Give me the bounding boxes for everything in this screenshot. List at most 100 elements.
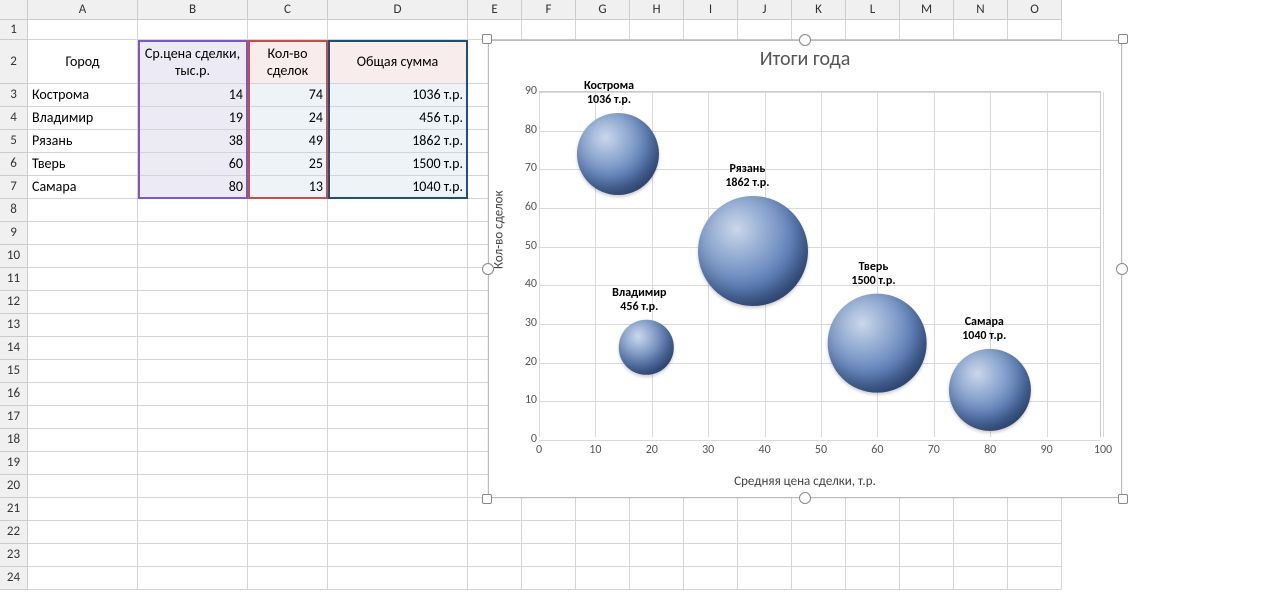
cell-C9[interactable] (248, 222, 328, 245)
row-header-20[interactable]: 20 (0, 475, 28, 498)
row-header-7[interactable]: 7 (0, 176, 28, 199)
cell-G22[interactable] (576, 521, 630, 544)
cell-I24[interactable] (684, 567, 738, 590)
cell-B13[interactable] (138, 314, 248, 337)
col-header-M[interactable]: M (900, 0, 954, 20)
cell-M1[interactable] (900, 20, 954, 40)
cell-A9[interactable] (28, 222, 138, 245)
cell-H21[interactable] (630, 498, 684, 521)
resize-handle-tr[interactable] (1118, 34, 1128, 44)
cell-E22[interactable] (468, 521, 522, 544)
cell-L21[interactable] (846, 498, 900, 521)
cell-O21[interactable] (1008, 498, 1062, 521)
cell-C13[interactable] (248, 314, 328, 337)
cell-D8[interactable] (328, 199, 468, 222)
col-header-L[interactable]: L (846, 0, 900, 20)
row-header-12[interactable]: 12 (0, 291, 28, 314)
cell-D18[interactable] (328, 429, 468, 452)
cell-B15[interactable] (138, 360, 248, 383)
bubble-Владимир[interactable] (619, 320, 673, 374)
cell-A11[interactable] (28, 268, 138, 291)
cell-N1[interactable] (954, 20, 1008, 40)
cell-F21[interactable] (522, 498, 576, 521)
cell-D24[interactable] (328, 567, 468, 590)
row-header-11[interactable]: 11 (0, 268, 28, 291)
col-header-F[interactable]: F (522, 0, 576, 20)
row-header-18[interactable]: 18 (0, 429, 28, 452)
cell-B2[interactable]: Ср.цена сделки, тыс.р. (138, 40, 248, 84)
row-header-23[interactable]: 23 (0, 544, 28, 567)
col-header-B[interactable]: B (138, 0, 248, 20)
bubble-Рязань[interactable] (698, 196, 808, 306)
cell-M24[interactable] (900, 567, 954, 590)
cell-F22[interactable] (522, 521, 576, 544)
row-header-1[interactable]: 1 (0, 20, 28, 40)
col-header-E[interactable]: E (468, 0, 522, 20)
cell-K24[interactable] (792, 567, 846, 590)
row-header-14[interactable]: 14 (0, 337, 28, 360)
cell-D11[interactable] (328, 268, 468, 291)
cell-C22[interactable] (248, 521, 328, 544)
cell-A20[interactable] (28, 475, 138, 498)
cell-C10[interactable] (248, 245, 328, 268)
cell-N23[interactable] (954, 544, 1008, 567)
cell-O22[interactable] (1008, 521, 1062, 544)
cell-H24[interactable] (630, 567, 684, 590)
cell-N21[interactable] (954, 498, 1008, 521)
cell-D1[interactable] (328, 20, 468, 40)
cell-M21[interactable] (900, 498, 954, 521)
cell-L1[interactable] (846, 20, 900, 40)
row-header-24[interactable]: 24 (0, 567, 28, 590)
cell-A2[interactable]: Город (28, 40, 138, 84)
cell-C17[interactable] (248, 406, 328, 429)
select-all-corner[interactable] (0, 0, 28, 20)
cell-L22[interactable] (846, 521, 900, 544)
bubble-Самара[interactable] (949, 349, 1031, 431)
row-header-15[interactable]: 15 (0, 360, 28, 383)
cell-A10[interactable] (28, 245, 138, 268)
row-header-8[interactable]: 8 (0, 199, 28, 222)
cell-F23[interactable] (522, 544, 576, 567)
cell-I23[interactable] (684, 544, 738, 567)
cell-K23[interactable] (792, 544, 846, 567)
cell-G1[interactable] (576, 20, 630, 40)
cell-J1[interactable] (738, 20, 792, 40)
cell-D10[interactable] (328, 245, 468, 268)
cell-A12[interactable] (28, 291, 138, 314)
cell-E21[interactable] (468, 498, 522, 521)
cell-B20[interactable] (138, 475, 248, 498)
resize-handle-tl[interactable] (482, 34, 492, 44)
cell-I21[interactable] (684, 498, 738, 521)
cell-H22[interactable] (630, 521, 684, 544)
cell-D13[interactable] (328, 314, 468, 337)
cell-O24[interactable] (1008, 567, 1062, 590)
cell-C24[interactable] (248, 567, 328, 590)
cell-L24[interactable] (846, 567, 900, 590)
spreadsheet[interactable]: A B C D E F G H I J K L M N O 1234567891… (0, 0, 1280, 605)
cell-D5[interactable]: 1862 т.р. (328, 130, 468, 153)
col-header-D[interactable]: D (328, 0, 468, 20)
cell-A7[interactable]: Самара (28, 176, 138, 199)
cell-A1[interactable] (28, 20, 138, 40)
bubble-Тверь[interactable] (828, 294, 927, 393)
plot-area[interactable]: Кострома1036 т.р.Владимир456 т.р.Рязань1… (539, 91, 1101, 437)
row-header-6[interactable]: 6 (0, 153, 28, 176)
cell-B21[interactable] (138, 498, 248, 521)
row-header-10[interactable]: 10 (0, 245, 28, 268)
cell-C19[interactable] (248, 452, 328, 475)
cell-F1[interactable] (522, 20, 576, 40)
cell-D20[interactable] (328, 475, 468, 498)
cell-J23[interactable] (738, 544, 792, 567)
cell-B18[interactable] (138, 429, 248, 452)
cell-A21[interactable] (28, 498, 138, 521)
cell-A14[interactable] (28, 337, 138, 360)
cell-D3[interactable]: 1036 т.р. (328, 84, 468, 107)
bubble-Кострома[interactable] (577, 113, 659, 195)
chart-object[interactable]: Итоги года Кол-во сделок Средняя цена сд… (488, 40, 1122, 498)
cell-B3[interactable]: 14 (138, 84, 248, 107)
cell-J21[interactable] (738, 498, 792, 521)
col-header-N[interactable]: N (954, 0, 1008, 20)
cell-C3[interactable]: 74 (248, 84, 328, 107)
cell-B17[interactable] (138, 406, 248, 429)
cell-B23[interactable] (138, 544, 248, 567)
